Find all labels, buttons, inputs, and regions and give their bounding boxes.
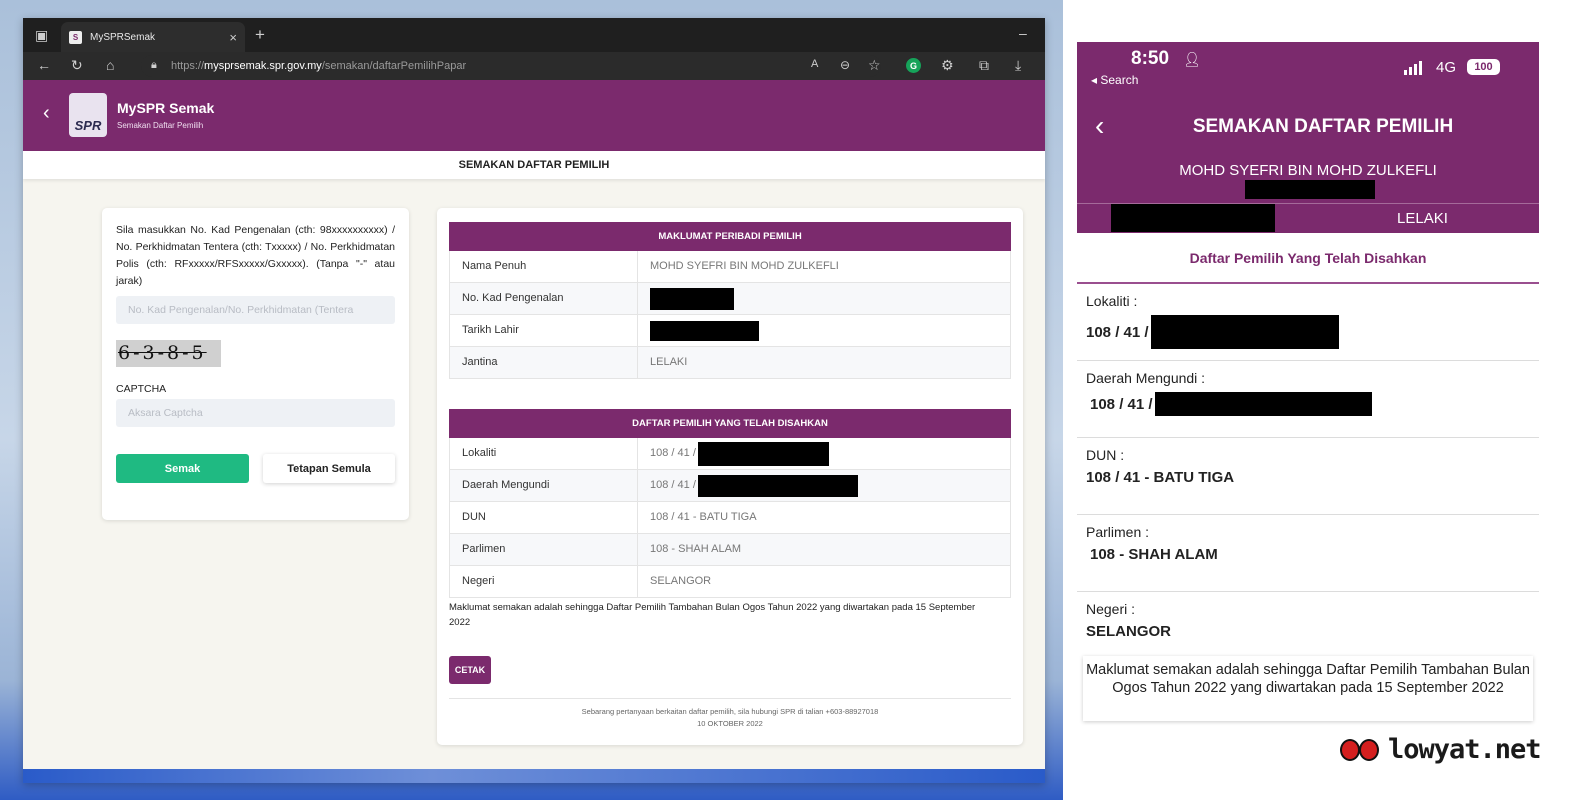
captcha-input[interactable]: Aksara Captcha bbox=[116, 399, 395, 427]
phone-header: 8:50 👤︎ ◂ Search 4G 100 ‹ SEMAKAN DAFTAR… bbox=[1077, 42, 1539, 233]
phone-title: SEMAKAN DAFTAR PEMILIH bbox=[1192, 116, 1454, 137]
new-tab-icon[interactable]: + bbox=[255, 26, 265, 43]
table-row: Tarikh Lahir bbox=[449, 315, 1011, 347]
site-header: ‹ SPR MySPR Semak Semakan Daftar Pemilih bbox=[23, 80, 1045, 151]
minimize-icon[interactable]: – bbox=[1019, 26, 1027, 40]
phone-screenshot: 8:50 👤︎ ◂ Search 4G 100 ‹ SEMAKAN DAFTAR… bbox=[1077, 42, 1539, 764]
phone-note: Maklumat semakan adalah sehingga Daftar … bbox=[1083, 656, 1533, 721]
form-instructions: Sila masukkan No. Kad Pengenalan (cth: 9… bbox=[116, 224, 395, 287]
tab-bar: ▣ S MySPRSemak × + – bbox=[23, 18, 1045, 52]
table-row: Jantina LELAKI bbox=[449, 347, 1011, 379]
download-icon[interactable]: ⤓ bbox=[1015, 58, 1021, 72]
register-heading: DAFTAR PEMILIH YANG TELAH DISAHKAN bbox=[449, 409, 1011, 438]
table-row: Nama Penuh MOHD SYEFRI BIN MOHD ZULKEFLI bbox=[449, 251, 1011, 283]
back-to-search-link[interactable]: ◂ Search bbox=[1091, 73, 1138, 87]
redaction-block bbox=[1111, 204, 1275, 232]
footer-contact: Sebarang pertanyaan berkaitan daftar pem… bbox=[581, 707, 879, 716]
battery-icon: 100 bbox=[1467, 59, 1500, 75]
browser-tab[interactable]: S MySPRSemak × bbox=[61, 22, 245, 52]
redaction-block bbox=[697, 474, 858, 497]
url-field[interactable]: 🔒︎ https://mysprsemak.spr.gov.my/semakan… bbox=[141, 55, 881, 77]
lowyat-watermark: lowyat.net bbox=[1340, 734, 1542, 765]
captcha-image: 6-3-8-5 bbox=[116, 340, 221, 367]
semak-button[interactable]: Semak bbox=[116, 454, 249, 483]
list-item: DUN : 108 / 41 - BATU TIGA bbox=[1077, 438, 1539, 515]
close-tab-icon[interactable]: × bbox=[229, 30, 237, 45]
network-type: 4G bbox=[1436, 59, 1457, 76]
collections-icon[interactable]: ⧉ bbox=[979, 58, 989, 72]
list-item: Parlimen : 108 - SHAH ALAM bbox=[1077, 515, 1539, 592]
voter-gender: LELAKI bbox=[1397, 210, 1448, 227]
footer-date: 10 OKTOBER 2022 bbox=[697, 719, 763, 728]
table-row: Lokaliti 108 / 41 / bbox=[449, 438, 1011, 470]
table-row: Negeri SELANGOR bbox=[449, 566, 1011, 598]
read-aloud-icon[interactable]: A bbox=[811, 59, 818, 70]
zoom-out-icon[interactable]: ⊖ bbox=[840, 59, 850, 71]
url-prefix: https:// bbox=[171, 60, 205, 72]
watermark-text: lowyat.net bbox=[1388, 734, 1542, 765]
redaction-block bbox=[650, 320, 759, 341]
site-title: MySPR Semak bbox=[117, 100, 215, 116]
voter-name: MOHD SYEFRI BIN MOHD ZULKEFLI bbox=[1179, 162, 1437, 179]
phone-section-heading: Daftar Pemilih Yang Telah Disahkan bbox=[1077, 233, 1539, 284]
table-row: No. Kad Pengenalan bbox=[449, 283, 1011, 315]
table-row: Daerah Mengundi 108 / 41 / bbox=[449, 470, 1011, 502]
id-number-input[interactable]: No. Kad Pengenalan/No. Perkhidmatan (Ten… bbox=[116, 296, 395, 324]
browser-window: ▣ S MySPRSemak × + – ← ↻ ⌂ 🔒︎ https://my… bbox=[23, 18, 1045, 783]
lock-icon: 🔒︎ bbox=[151, 59, 157, 71]
url-path: /semakan/daftarPemilihPapar bbox=[321, 60, 467, 72]
refresh-icon[interactable]: ↻ bbox=[71, 58, 83, 72]
status-time: 8:50 bbox=[1131, 48, 1170, 69]
search-form-card: Sila masukkan No. Kad Pengenalan (cth: 9… bbox=[102, 208, 409, 520]
captcha-label: CAPTCHA bbox=[116, 383, 167, 395]
wallpaper-strip bbox=[23, 769, 1045, 783]
address-bar-row: ← ↻ ⌂ 🔒︎ https://mysprsemak.spr.gov.my/s… bbox=[23, 52, 1045, 80]
personal-info-heading: MAKLUMAT PERIBADI PEMILIH bbox=[449, 222, 1011, 251]
home-icon[interactable]: ⌂ bbox=[106, 58, 114, 72]
back-icon[interactable]: ← bbox=[37, 58, 51, 72]
redaction-block bbox=[1245, 180, 1375, 199]
site-subtitle: Semakan Daftar Pemilih bbox=[117, 121, 204, 130]
favorite-icon[interactable]: ☆ bbox=[868, 58, 881, 72]
tab-title: MySPRSemak bbox=[90, 31, 156, 43]
table-row: Parlimen 108 - SHAH ALAM bbox=[449, 534, 1011, 566]
redaction-block bbox=[1150, 315, 1339, 349]
redaction-block bbox=[1154, 392, 1372, 416]
list-item: Daerah Mengundi : 108 / 41 / bbox=[1077, 361, 1539, 438]
page-title: SEMAKAN DAFTAR PEMILIH bbox=[23, 151, 1045, 179]
lowyat-mascot-icon bbox=[1340, 735, 1382, 765]
back-chevron-icon[interactable]: ‹ bbox=[43, 102, 50, 125]
url-domain: mysprsemak.spr.gov.my bbox=[204, 60, 322, 72]
print-button[interactable]: CETAK bbox=[449, 656, 491, 684]
table-row: DUN 108 / 41 - BATU TIGA bbox=[449, 502, 1011, 534]
favicon-icon: S bbox=[69, 30, 82, 44]
register-note: Maklumat semakan adalah sehingga Daftar … bbox=[449, 602, 976, 628]
extensions-icon[interactable]: ⚙ bbox=[941, 58, 954, 72]
person-icon: 👤︎ bbox=[1183, 51, 1201, 67]
list-item: Lokaliti : 108 / 41 / bbox=[1077, 284, 1539, 361]
tab-actions-icon[interactable]: ▣ bbox=[35, 28, 48, 42]
grammarly-icon[interactable]: G bbox=[906, 58, 921, 73]
page-footer: Sebarang pertanyaan berkaitan daftar pem… bbox=[449, 698, 1011, 730]
redaction-block bbox=[697, 441, 829, 466]
redaction-block bbox=[650, 287, 734, 310]
reset-button[interactable]: Tetapan Semula bbox=[263, 454, 395, 483]
signal-icon bbox=[1404, 61, 1422, 75]
spr-logo: SPR bbox=[69, 93, 107, 137]
result-card: MAKLUMAT PERIBADI PEMILIH Nama Penuh MOHD… bbox=[437, 208, 1023, 745]
